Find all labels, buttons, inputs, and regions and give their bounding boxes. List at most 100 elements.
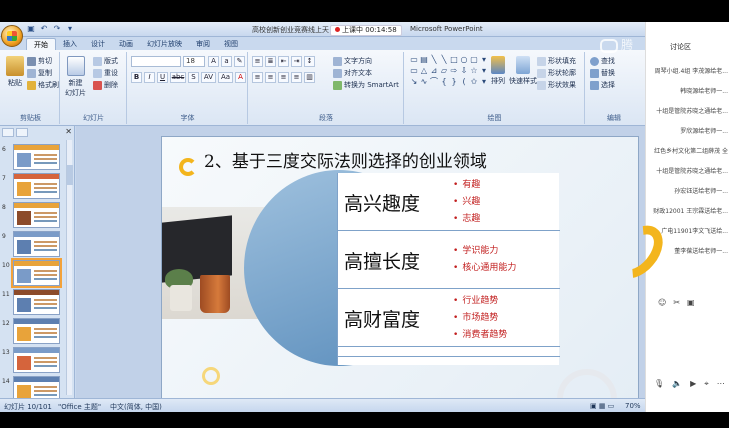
slide-thumbnail[interactable]	[13, 173, 60, 199]
shape-star-icon[interactable]: ☆	[469, 65, 479, 76]
shape-oval-icon[interactable]: ○	[459, 54, 469, 65]
criteria-table[interactable]: 高兴趣度 有趣兴趣志趣高擅长度 学识能力核心通用能力高财富度 行业趋势市场趋势消费者趋…	[337, 173, 560, 365]
char-spacing-button[interactable]: AV	[201, 72, 216, 83]
find-button[interactable]: 查找	[590, 56, 615, 66]
quick-styles-button[interactable]: 快速样式	[509, 56, 537, 86]
align-center-button[interactable]: ≡	[265, 72, 276, 83]
layout-button[interactable]: 版式	[93, 56, 118, 66]
shape-curve-icon[interactable]: ∿	[419, 76, 429, 87]
font-color-button[interactable]: A	[235, 72, 246, 83]
shape-arrow-icon[interactable]: ⇨	[449, 65, 459, 76]
strikethrough-button[interactable]: abc	[170, 72, 186, 83]
font-name-combo[interactable]	[131, 56, 181, 67]
format-painter-button[interactable]: 格式刷	[27, 80, 59, 90]
align-left-button[interactable]: ≡	[252, 72, 263, 83]
increase-indent-button[interactable]: ⇥	[291, 56, 302, 67]
slide-title[interactable]: 2、基于三度交际法则选择的创业领域	[204, 147, 487, 172]
more-icon[interactable]: ⋯	[717, 379, 725, 389]
arrange-button[interactable]: 排列	[491, 56, 505, 86]
slide-thumbnail[interactable]	[13, 347, 60, 373]
microphone-icon[interactable]: 🎙	[654, 379, 664, 389]
chat-message[interactable]: 十组是管院苏晓之通给老...	[648, 162, 729, 182]
shape-para-icon[interactable]: ▱	[439, 65, 449, 76]
shape-fill-button[interactable]: 形状填充	[537, 56, 576, 66]
ribbon-tab[interactable]: 开始	[26, 38, 56, 50]
shape-more-icon[interactable]: ▾	[479, 54, 489, 65]
zoom-level[interactable]: 70%	[625, 402, 641, 410]
font-size-combo[interactable]: 18	[183, 56, 205, 67]
location-icon[interactable]: ⌖	[704, 379, 709, 389]
paste-button[interactable]: 粘贴	[6, 56, 24, 88]
shape-bracket-icon[interactable]: ↘	[409, 76, 419, 87]
bullets-button[interactable]: ≡	[252, 56, 263, 67]
delete-slide-button[interactable]: 删除	[93, 80, 118, 90]
ribbon-tab[interactable]: 审阅	[189, 38, 217, 50]
text-direction-button[interactable]: 文字方向	[333, 56, 372, 66]
new-slide-button[interactable]: 新建 幻灯片	[65, 56, 86, 98]
select-button[interactable]: 选择	[590, 80, 615, 90]
shadow-button[interactable]: S	[188, 72, 199, 83]
slide-thumbnail[interactable]	[13, 318, 60, 344]
shape-more2-icon[interactable]: ▾	[479, 65, 489, 76]
slide-thumbnail[interactable]	[13, 289, 60, 315]
image-icon[interactable]: ▣	[687, 298, 695, 307]
customize-toolbar-icon[interactable]: ▾	[65, 24, 75, 34]
chat-message[interactable]: 孙宏钰送给老师一...	[648, 182, 729, 202]
shape-block-icon[interactable]: ▭	[409, 65, 419, 76]
thumbnail-scrollbar[interactable]	[66, 140, 73, 395]
shapes-gallery[interactable]: ▭ ▤ ╲ ╲ □ ○ ▢ ▾ ▭ △ ⊿ ▱ ⇨ ⇩ ☆ ▾ ↘ ∿ ⌒{}(✩ ▾	[409, 54, 489, 87]
redo-icon[interactable]: ↷	[52, 24, 62, 34]
criteria-row[interactable]: 高财富度 行业趋势市场趋势消费者趋势	[338, 289, 560, 347]
smartart-button[interactable]: 转换为 SmartArt	[333, 80, 399, 90]
reset-button[interactable]: 重设	[93, 68, 118, 78]
align-right-button[interactable]: ≡	[278, 72, 289, 83]
shape-more3-icon[interactable]: ▾	[479, 76, 489, 87]
underline-button[interactable]: U	[157, 72, 168, 83]
chat-message[interactable]: 十组是管院苏晓之通给老...	[648, 102, 729, 122]
chat-message[interactable]: 韩晓源给老师一...	[648, 82, 729, 102]
slides-tab[interactable]	[2, 128, 14, 137]
shape-arc-icon[interactable]: ⌒	[429, 76, 439, 87]
shape-rect-icon[interactable]: ▭	[409, 54, 419, 65]
shape-rounded-icon[interactable]: ▢	[469, 54, 479, 65]
outline-tab[interactable]	[16, 128, 28, 137]
italic-button[interactable]: I	[144, 72, 155, 83]
criteria-empty-row[interactable]	[338, 347, 560, 357]
shape-text-icon[interactable]: ▤	[419, 54, 429, 65]
office-button[interactable]	[1, 25, 23, 47]
shape-line-icon[interactable]: ╲	[429, 54, 439, 65]
emoji-icon[interactable]: ☺	[658, 298, 666, 307]
copy-button[interactable]: 复制	[27, 68, 52, 78]
clear-format-button[interactable]: ✎	[234, 56, 245, 67]
slide-thumbnail[interactable]	[11, 258, 62, 288]
current-slide[interactable]: 2、基于三度交际法则选择的创业领域 高兴趣度 有趣兴趣志趣高擅长度 学识能力核心通用…	[161, 136, 639, 406]
cut-button[interactable]: 剪切	[27, 56, 52, 66]
theme-name[interactable]: "Office 主题"	[58, 402, 101, 412]
shape-lbrace-icon[interactable]: {	[439, 76, 449, 87]
shape-effects-button[interactable]: 形状效果	[537, 80, 576, 90]
save-icon[interactable]: ▣	[26, 24, 36, 34]
decrease-indent-button[interactable]: ⇤	[278, 56, 289, 67]
numbering-button[interactable]: ≣	[265, 56, 276, 67]
shape-rbrace-icon[interactable]: }	[449, 76, 459, 87]
shape-outline-button[interactable]: 形状轮廓	[537, 68, 576, 78]
shape-star2-icon[interactable]: ✩	[469, 76, 479, 87]
chat-message[interactable]: 财政12001 王宗霖送给老...	[648, 202, 729, 222]
criteria-row[interactable]: 高擅长度 学识能力核心通用能力	[338, 231, 560, 289]
shape-triangle-icon[interactable]: △	[419, 65, 429, 76]
ribbon-tab[interactable]: 插入	[56, 38, 84, 50]
replace-button[interactable]: 替换	[590, 68, 615, 78]
chat-message[interactable]: 红色乡村文化第二组薛茂 全	[648, 142, 729, 162]
chat-message[interactable]: 罗欣源给老师一...	[648, 122, 729, 142]
undo-icon[interactable]: ↶	[39, 24, 49, 34]
view-buttons[interactable]: ▣ ▦ ▭	[590, 402, 614, 410]
shape-paren-icon[interactable]: (	[459, 76, 469, 87]
chat-message[interactable]: 周琴小组.4组 李茂源给老...	[648, 62, 729, 82]
camera-icon[interactable]: ▶	[690, 379, 696, 389]
speaker-icon[interactable]: 🔈	[672, 379, 682, 389]
criteria-row[interactable]: 高兴趣度 有趣兴趣志趣	[338, 173, 560, 231]
shape-square-icon[interactable]: □	[449, 54, 459, 65]
ribbon-tab[interactable]: 幻灯片放映	[140, 38, 189, 50]
ribbon-tab[interactable]: 动画	[112, 38, 140, 50]
change-case-button[interactable]: Aa	[218, 72, 233, 83]
